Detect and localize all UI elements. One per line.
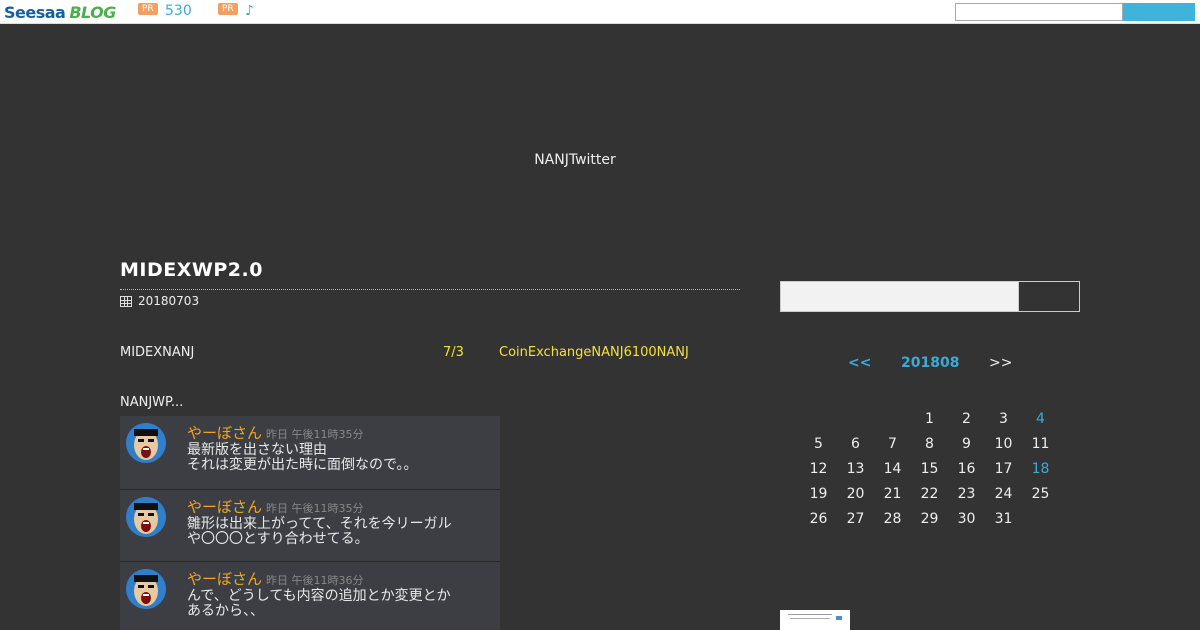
thumbnail-image[interactable]: [780, 610, 850, 630]
thumbnail-detail: [788, 614, 832, 615]
calendar-day: 31: [994, 511, 1013, 527]
tweet-message: 最新版を出さない理由 それは変更が出た時に面倒なので。。: [187, 442, 418, 473]
article-text-line1-left: MIDEXNANJ: [120, 345, 195, 360]
pr-link-1[interactable]: 530: [165, 3, 192, 19]
tweet-thread: やーぼさん 昨日 午後11時35分 最新版を出さない理由 それは変更が出た時に面倒…: [120, 416, 500, 630]
article-text-line1-date: 7/3: [443, 345, 464, 360]
calendar-blank: [874, 408, 911, 433]
article-title[interactable]: MIDEXWP2.0: [120, 259, 263, 281]
calendar-day: 27: [846, 511, 865, 527]
blog-title[interactable]: NANJTwitter: [0, 152, 1150, 168]
calendar-prev-link[interactable]: <<: [848, 355, 871, 371]
calendar-day: 29: [920, 511, 939, 527]
sidebar-search-button[interactable]: [1019, 281, 1080, 312]
tweet-item[interactable]: やーぼさん 昨日 午後11時36分 んで、どうしても内容の追加とか変更とか あるか…: [120, 562, 500, 630]
calendar-day: 3: [999, 411, 1008, 427]
article-text-line1-highlight: CoinExchangeNANJ6100NANJ: [499, 345, 689, 360]
calendar-month-link[interactable]: 201808: [901, 355, 959, 371]
tweet-author[interactable]: やーぼさん: [187, 498, 262, 516]
tweet-message: 雛形は出来上がってて、それを今リーガル や〇〇〇とすり合わせてる。: [187, 516, 452, 547]
calendar-day: 22: [920, 486, 939, 502]
tweet-time[interactable]: 昨日 午後11時35分: [266, 502, 364, 515]
calendar-day: 8: [925, 436, 934, 452]
calendar-day: 23: [957, 486, 976, 502]
calendar-icon: [120, 295, 132, 307]
avatar[interactable]: [126, 497, 166, 537]
calendar-day: 17: [994, 461, 1013, 477]
calendar-day: 24: [994, 486, 1013, 502]
thumbnail-detail: [790, 618, 830, 619]
calendar-day: 28: [883, 511, 902, 527]
calendar-day: 13: [846, 461, 865, 477]
tweet-time[interactable]: 昨日 午後11時36分: [266, 574, 364, 587]
seesaa-blog-logo[interactable]: Seesaa BLOG: [4, 2, 116, 22]
calendar-next-link[interactable]: >>: [989, 355, 1012, 371]
article-text-line2: NANJWP...: [120, 395, 184, 410]
calendar-day[interactable]: 18: [1022, 458, 1059, 483]
pr-link-2[interactable]: ♪: [245, 3, 254, 19]
calendar-day[interactable]: 4: [1022, 408, 1059, 433]
pr-badge: PR: [138, 3, 158, 15]
thumbnail-detail: [836, 616, 842, 620]
top-search-button[interactable]: [1123, 3, 1195, 21]
calendar-day: 14: [883, 461, 902, 477]
logo-text-seesaa: Seesaa: [4, 2, 66, 22]
top-search-input[interactable]: [955, 3, 1123, 21]
calendar-day: 10: [994, 436, 1013, 452]
calendar-day: 15: [920, 461, 939, 477]
calendar-day: 26: [809, 511, 828, 527]
calendar-day: 19: [809, 486, 828, 502]
calendar-day: 12: [809, 461, 828, 477]
tweet-time[interactable]: 昨日 午後11時35分: [266, 428, 364, 441]
calendar-day: 11: [1031, 436, 1050, 452]
calendar-day: 2: [962, 411, 971, 427]
calendar-day: 5: [814, 436, 823, 452]
tweet-author[interactable]: やーぼさん: [187, 570, 262, 588]
tweet-author[interactable]: やーぼさん: [187, 424, 262, 442]
calendar-blank: [800, 408, 837, 433]
calendar-day: 30: [957, 511, 976, 527]
title-divider: [120, 289, 740, 290]
calendar-grid: 1 2 3 4 5 6 7 8 9 10 11 12 13 14 15 16 17 18 19 20 21 22 23 24 2…: [800, 408, 1059, 533]
calendar-day: 25: [1031, 486, 1050, 502]
calendar-day: 20: [846, 486, 865, 502]
tweet-item[interactable]: やーぼさん 昨日 午後11時35分 雛形は出来上がってて、それを今リーガル や〇〇…: [120, 490, 500, 562]
tweet-item[interactable]: やーぼさん 昨日 午後11時35分 最新版を出さない理由 それは変更が出た時に面倒…: [120, 416, 500, 490]
sidebar-search-input[interactable]: [780, 281, 1019, 312]
calendar-day: 1: [925, 411, 934, 427]
calendar-day: 6: [851, 436, 860, 452]
calendar-blank: [837, 408, 874, 433]
pr-badge: PR: [218, 3, 238, 15]
calendar-day: 9: [962, 436, 971, 452]
calendar-day: 21: [883, 486, 902, 502]
calendar-day: 16: [957, 461, 976, 477]
article-date-text: 20180703: [138, 294, 200, 308]
calendar-day: 7: [888, 436, 897, 452]
tweet-message: んで、どうしても内容の追加とか変更とか あるから、、: [187, 588, 451, 619]
avatar[interactable]: [126, 423, 166, 463]
top-bar: Seesaa BLOG PR 530 PR ♪: [0, 0, 1200, 24]
article-date: 20180703: [120, 294, 199, 308]
avatar[interactable]: [126, 569, 166, 609]
logo-text-blog: BLOG: [69, 2, 116, 22]
